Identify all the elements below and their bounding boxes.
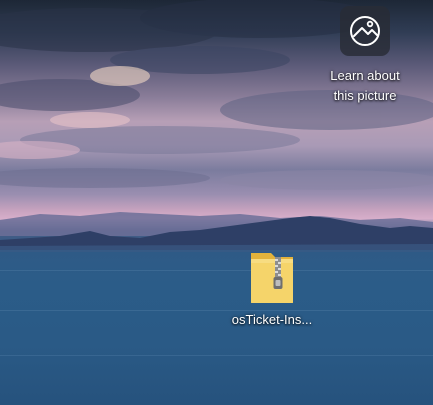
osticket-zip-file-icon[interactable]: osTicket-Ins... bbox=[220, 249, 324, 329]
camera-aperture-icon bbox=[340, 6, 390, 56]
osticket-file-label: osTicket-Ins... bbox=[231, 312, 313, 327]
learn-about-picture-shortcut[interactable]: Learn about this picture bbox=[318, 6, 412, 106]
zip-folder-icon bbox=[251, 253, 293, 303]
desktop[interactable]: Learn about this picture osTicket-Ins... bbox=[0, 0, 433, 405]
learn-about-picture-label: Learn about this picture bbox=[330, 68, 400, 103]
